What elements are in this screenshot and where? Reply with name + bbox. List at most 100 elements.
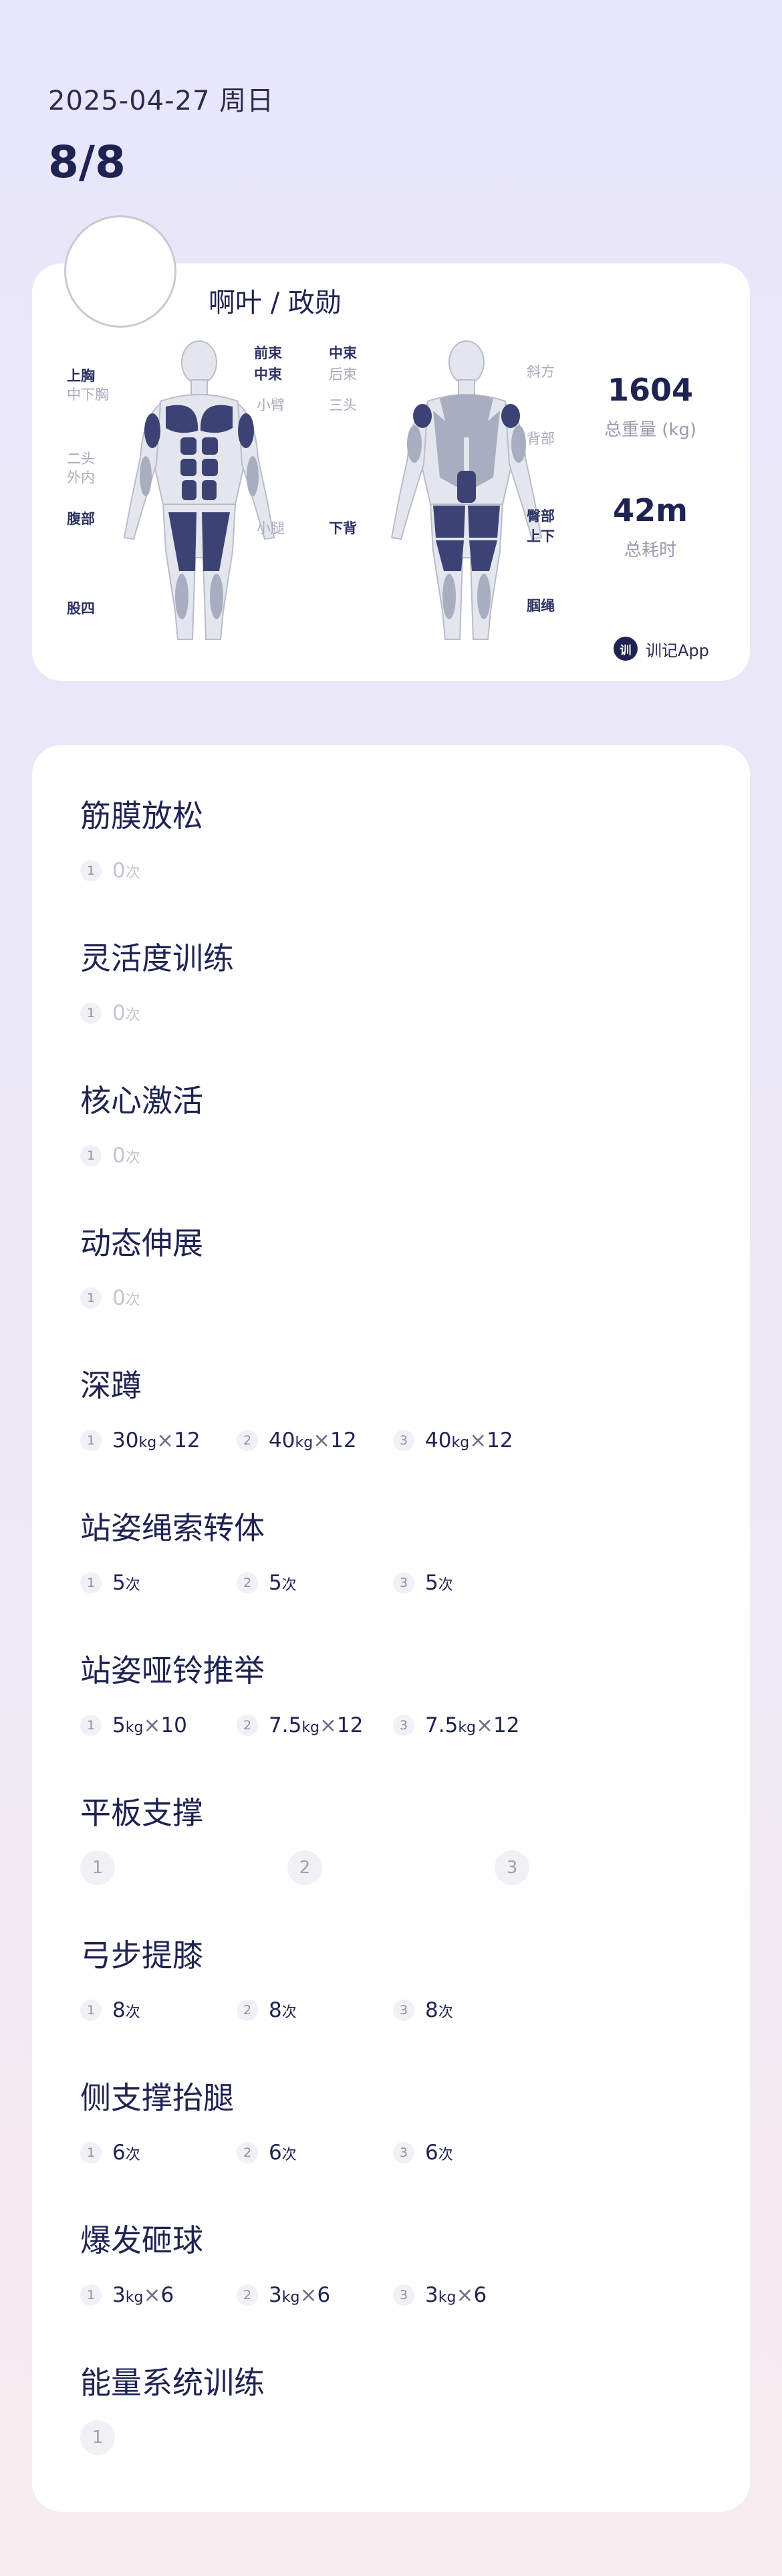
- label-delt-front: 前束: [254, 345, 282, 361]
- set-number-badge: 2: [237, 2000, 258, 2021]
- label-delt-mid-back: 中束: [329, 345, 357, 361]
- set-entry[interactable]: 1: [80, 2420, 126, 2455]
- exercise-name: 核心激活: [80, 1083, 203, 1119]
- set-entry[interactable]: 2 3kg×6: [237, 2280, 330, 2310]
- set-entry[interactable]: 2 6次: [237, 2138, 297, 2167]
- set-number-badge: 2: [237, 1715, 258, 1736]
- set-reps: 6: [425, 2141, 438, 2165]
- avatar[interactable]: [64, 215, 176, 328]
- set-weight-unit: kg: [451, 1434, 470, 1451]
- set-entry[interactable]: 3 7.5kg×12: [393, 1711, 519, 1740]
- set-number-badge: 1: [80, 1002, 102, 1024]
- set-number-badge: 1: [80, 1287, 102, 1309]
- set-weight: 40: [425, 1428, 452, 1453]
- label-abs: 腹部: [67, 511, 95, 527]
- set-value: 40kg×12: [425, 1428, 513, 1453]
- set-entry[interactable]: 1 5kg×10: [80, 1711, 187, 1740]
- set-weight: 7.5: [269, 1713, 302, 1737]
- set-reps: 6: [473, 2283, 487, 2307]
- set-entry[interactable]: 1 3kg×6: [80, 2280, 174, 2310]
- set-entry[interactable]: 1 8次: [80, 1996, 140, 2025]
- set-number-badge: 1: [80, 2000, 102, 2021]
- set-reps: 8: [269, 1998, 282, 2022]
- set-number-badge: 3: [393, 1430, 414, 1451]
- label-small-arm: 小臂: [257, 397, 285, 413]
- exercise-sets: 1 5kg×10 2 7.5kg×12 3 7.5kg×12: [80, 1711, 722, 1740]
- header: 2025-04-27 周日 8/8: [48, 79, 274, 188]
- set-number-badge: 1: [80, 1430, 102, 1451]
- exercise-item[interactable]: 站姿绳索转体 1 5次 2 5次 3 5次: [80, 1504, 722, 1598]
- exercise-name: 站姿绳索转体: [80, 1510, 265, 1546]
- set-entry[interactable]: 1 0次: [80, 856, 140, 885]
- set-reps: 5: [112, 1571, 126, 1595]
- set-times-sign: ×: [456, 2283, 474, 2307]
- set-entry[interactable]: 2 5次: [237, 1568, 297, 1598]
- set-value: 8次: [425, 1998, 453, 2022]
- set-value: 0次: [112, 859, 140, 883]
- set-reps: 12: [330, 1428, 357, 1453]
- exercise-item[interactable]: 动态伸展 1 0次: [80, 1219, 722, 1313]
- set-entry[interactable]: 2 8次: [237, 1996, 297, 2025]
- exercise-item[interactable]: 灵活度训练 1 0次: [80, 934, 722, 1028]
- set-value: 40kg×12: [269, 1428, 357, 1453]
- workout-date: 2025-04-27 周日: [48, 86, 275, 116]
- set-entry[interactable]: 1 5次: [80, 1568, 140, 1598]
- set-entry[interactable]: 2 7.5kg×12: [237, 1711, 363, 1740]
- set-times-sign: ×: [143, 2283, 161, 2307]
- set-rep-unit: 次: [125, 2004, 140, 2021]
- set-rep-unit: 次: [281, 1577, 297, 1594]
- brand-name: 训记App: [646, 641, 709, 660]
- label-chest-mid: 中下胸: [67, 387, 109, 403]
- set-rep-unit: 次: [438, 2147, 453, 2163]
- set-value: 8次: [269, 1998, 297, 2022]
- set-entry[interactable]: 1 30kg×12: [80, 1426, 201, 1455]
- set-entry[interactable]: 1 6次: [80, 2138, 140, 2167]
- summary-card: 啊叶 / 政勋 上胸 中下胸 二头 外内 腹部 股四 前束 中束 小臂 小腿 中…: [32, 263, 750, 681]
- set-entry[interactable]: 3 40kg×12: [393, 1426, 513, 1455]
- exercise-sets: 1 5次 2 5次 3 5次: [80, 1568, 722, 1598]
- exercise-item[interactable]: 弓步提膝 1 8次 2 8次 3 8次: [80, 1931, 722, 2025]
- set-number-badge: 1: [80, 1145, 102, 1166]
- set-reps: 10: [160, 1713, 187, 1737]
- exercise-item[interactable]: 能量系统训练 1: [80, 2359, 722, 2455]
- exercise-item[interactable]: 平板支撑 1 2 3: [80, 1789, 722, 1885]
- set-value: 5次: [425, 1571, 453, 1595]
- set-entry[interactable]: 3 8次: [393, 1996, 453, 2025]
- exercise-item[interactable]: 爆发砸球 1 3kg×6 2 3kg×6 3 3kg×6: [80, 2216, 722, 2310]
- set-weight: 5: [112, 1713, 126, 1737]
- exercise-item[interactable]: 核心激活 1 0次: [80, 1077, 722, 1170]
- set-rep-unit: 次: [281, 2004, 297, 2021]
- set-entry[interactable]: 1 0次: [80, 1283, 140, 1313]
- set-entry[interactable]: 3 3kg×6: [393, 2280, 487, 2310]
- set-reps: 12: [174, 1428, 201, 1453]
- set-value: 6次: [425, 2141, 453, 2165]
- set-entry[interactable]: 3 6次: [393, 2138, 453, 2167]
- exercise-sets: 1 0次: [80, 1141, 722, 1170]
- exercise-item[interactable]: 站姿哑铃推举 1 5kg×10 2 7.5kg×12 3 7.5kg×12: [80, 1646, 722, 1740]
- set-entry[interactable]: 1 0次: [80, 1141, 140, 1170]
- set-entry[interactable]: 3: [495, 1850, 540, 1885]
- set-reps: 6: [269, 2141, 282, 2165]
- set-value: 0次: [112, 1144, 140, 1168]
- duration-stat: 42m 总耗时: [587, 492, 714, 561]
- set-entry[interactable]: 2 40kg×12: [237, 1426, 357, 1455]
- set-number-badge: 1: [80, 2420, 115, 2455]
- set-value: 7.5kg×12: [269, 1713, 363, 1737]
- set-entry[interactable]: 1 0次: [80, 998, 140, 1028]
- exercise-item[interactable]: 侧支撑抬腿 1 6次 2 6次 3 6次: [80, 2074, 722, 2167]
- set-entry[interactable]: 2: [287, 1850, 333, 1885]
- set-number-badge: 2: [287, 1850, 322, 1885]
- label-glute-sub: 上下: [527, 528, 555, 544]
- set-number-badge: 2: [237, 2142, 258, 2163]
- set-weight: 3: [425, 2283, 438, 2307]
- exercise-item[interactable]: 深蹲 1 30kg×12 2 40kg×12 3 40kg×12: [80, 1362, 722, 1455]
- exercise-name: 站姿哑铃推举: [80, 1652, 265, 1689]
- set-weight-unit: kg: [125, 1719, 144, 1736]
- exercise-item[interactable]: 筋膜放松 1 0次: [80, 792, 722, 885]
- label-hamstrings: 腘绳: [527, 598, 555, 614]
- set-entry[interactable]: 3 5次: [393, 1568, 453, 1598]
- set-entry[interactable]: 1: [80, 1850, 126, 1885]
- exercise-name: 深蹲: [80, 1368, 142, 1404]
- set-number-badge: 3: [495, 1850, 529, 1885]
- set-weight: 3: [269, 2283, 282, 2307]
